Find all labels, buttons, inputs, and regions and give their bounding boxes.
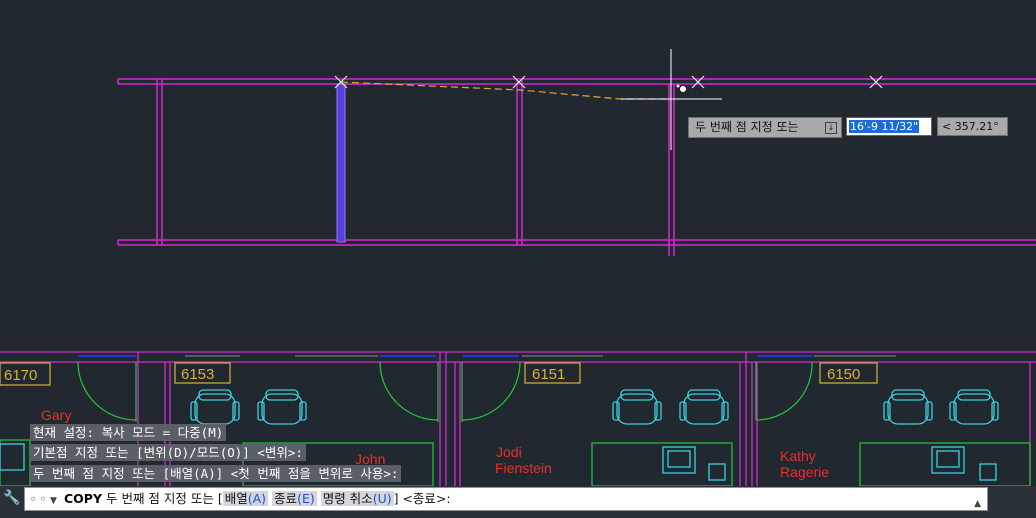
dynamic-input-prompt-text: 두 번째 점 지정 또는 <box>695 120 799 134</box>
command-prompt: 두 번째 점 지정 또는 [ <box>105 491 223 506</box>
cursor-dot-icon <box>680 86 686 92</box>
room-number-6151: 6151 <box>532 366 565 383</box>
occupant-surname-fienstein: Fienstein <box>495 460 552 476</box>
command-history-line: 현재 설정: 복사 모드 = 다중(M) <box>30 424 227 441</box>
occupant-name-kathy: Kathy <box>780 448 816 464</box>
partition-frame <box>117 78 1036 256</box>
active-command: COPY <box>63 491 102 506</box>
command-line-input[interactable]: ⚬⚬ ▼ COPY 두 번째 점 지정 또는 [배열(A) 종료(E) 명령 취소… <box>24 487 988 511</box>
command-icon: ⚬⚬ <box>28 492 49 506</box>
room-number-6153: 6153 <box>181 366 214 383</box>
scroll-up-icon[interactable]: ▲ <box>974 493 981 515</box>
room-number-6150: 6150 <box>827 366 860 383</box>
wrench-icon[interactable]: 🔧 <box>3 489 21 507</box>
distance-input[interactable]: 16'-9 11/32" <box>846 117 932 136</box>
grip-markers <box>334 75 883 89</box>
drawing-canvas[interactable]: 6170 6153 6151 6150 Gary John Jodi Fiens… <box>0 0 1036 486</box>
down-arrow-icon[interactable]: ↓ <box>825 122 837 134</box>
occupant-name-jodi: Jodi <box>496 444 522 460</box>
option-array[interactable]: 배열(A) <box>222 491 269 506</box>
dropdown-arrow-icon[interactable]: ▼ <box>50 490 60 512</box>
command-suffix: ] <종료>: <box>393 491 451 506</box>
angle-input[interactable]: < 357.21° <box>937 117 1008 136</box>
command-history-line: 기본점 지정 또는 [변위(D)/모드(O)] <변위>: <box>30 444 306 461</box>
option-undo[interactable]: 명령 취소(U) <box>320 491 394 506</box>
room-number-6170: 6170 <box>4 367 37 384</box>
command-bar-end <box>990 487 1036 511</box>
dynamic-input-prompt: 두 번째 점 지정 또는 ↓ <box>688 117 842 138</box>
option-exit[interactable]: 종료(E) <box>272 491 317 506</box>
distance-value[interactable]: 16'-9 11/32" <box>849 120 920 133</box>
selected-post[interactable] <box>336 83 346 243</box>
command-history-line: 두 번째 점 지정 또는 [배열(A)] <첫 번째 점을 변위로 사용>: <box>30 465 402 482</box>
occupant-name-gary: Gary <box>41 407 71 423</box>
occupant-surname-ragerie: Ragerie <box>780 464 829 480</box>
